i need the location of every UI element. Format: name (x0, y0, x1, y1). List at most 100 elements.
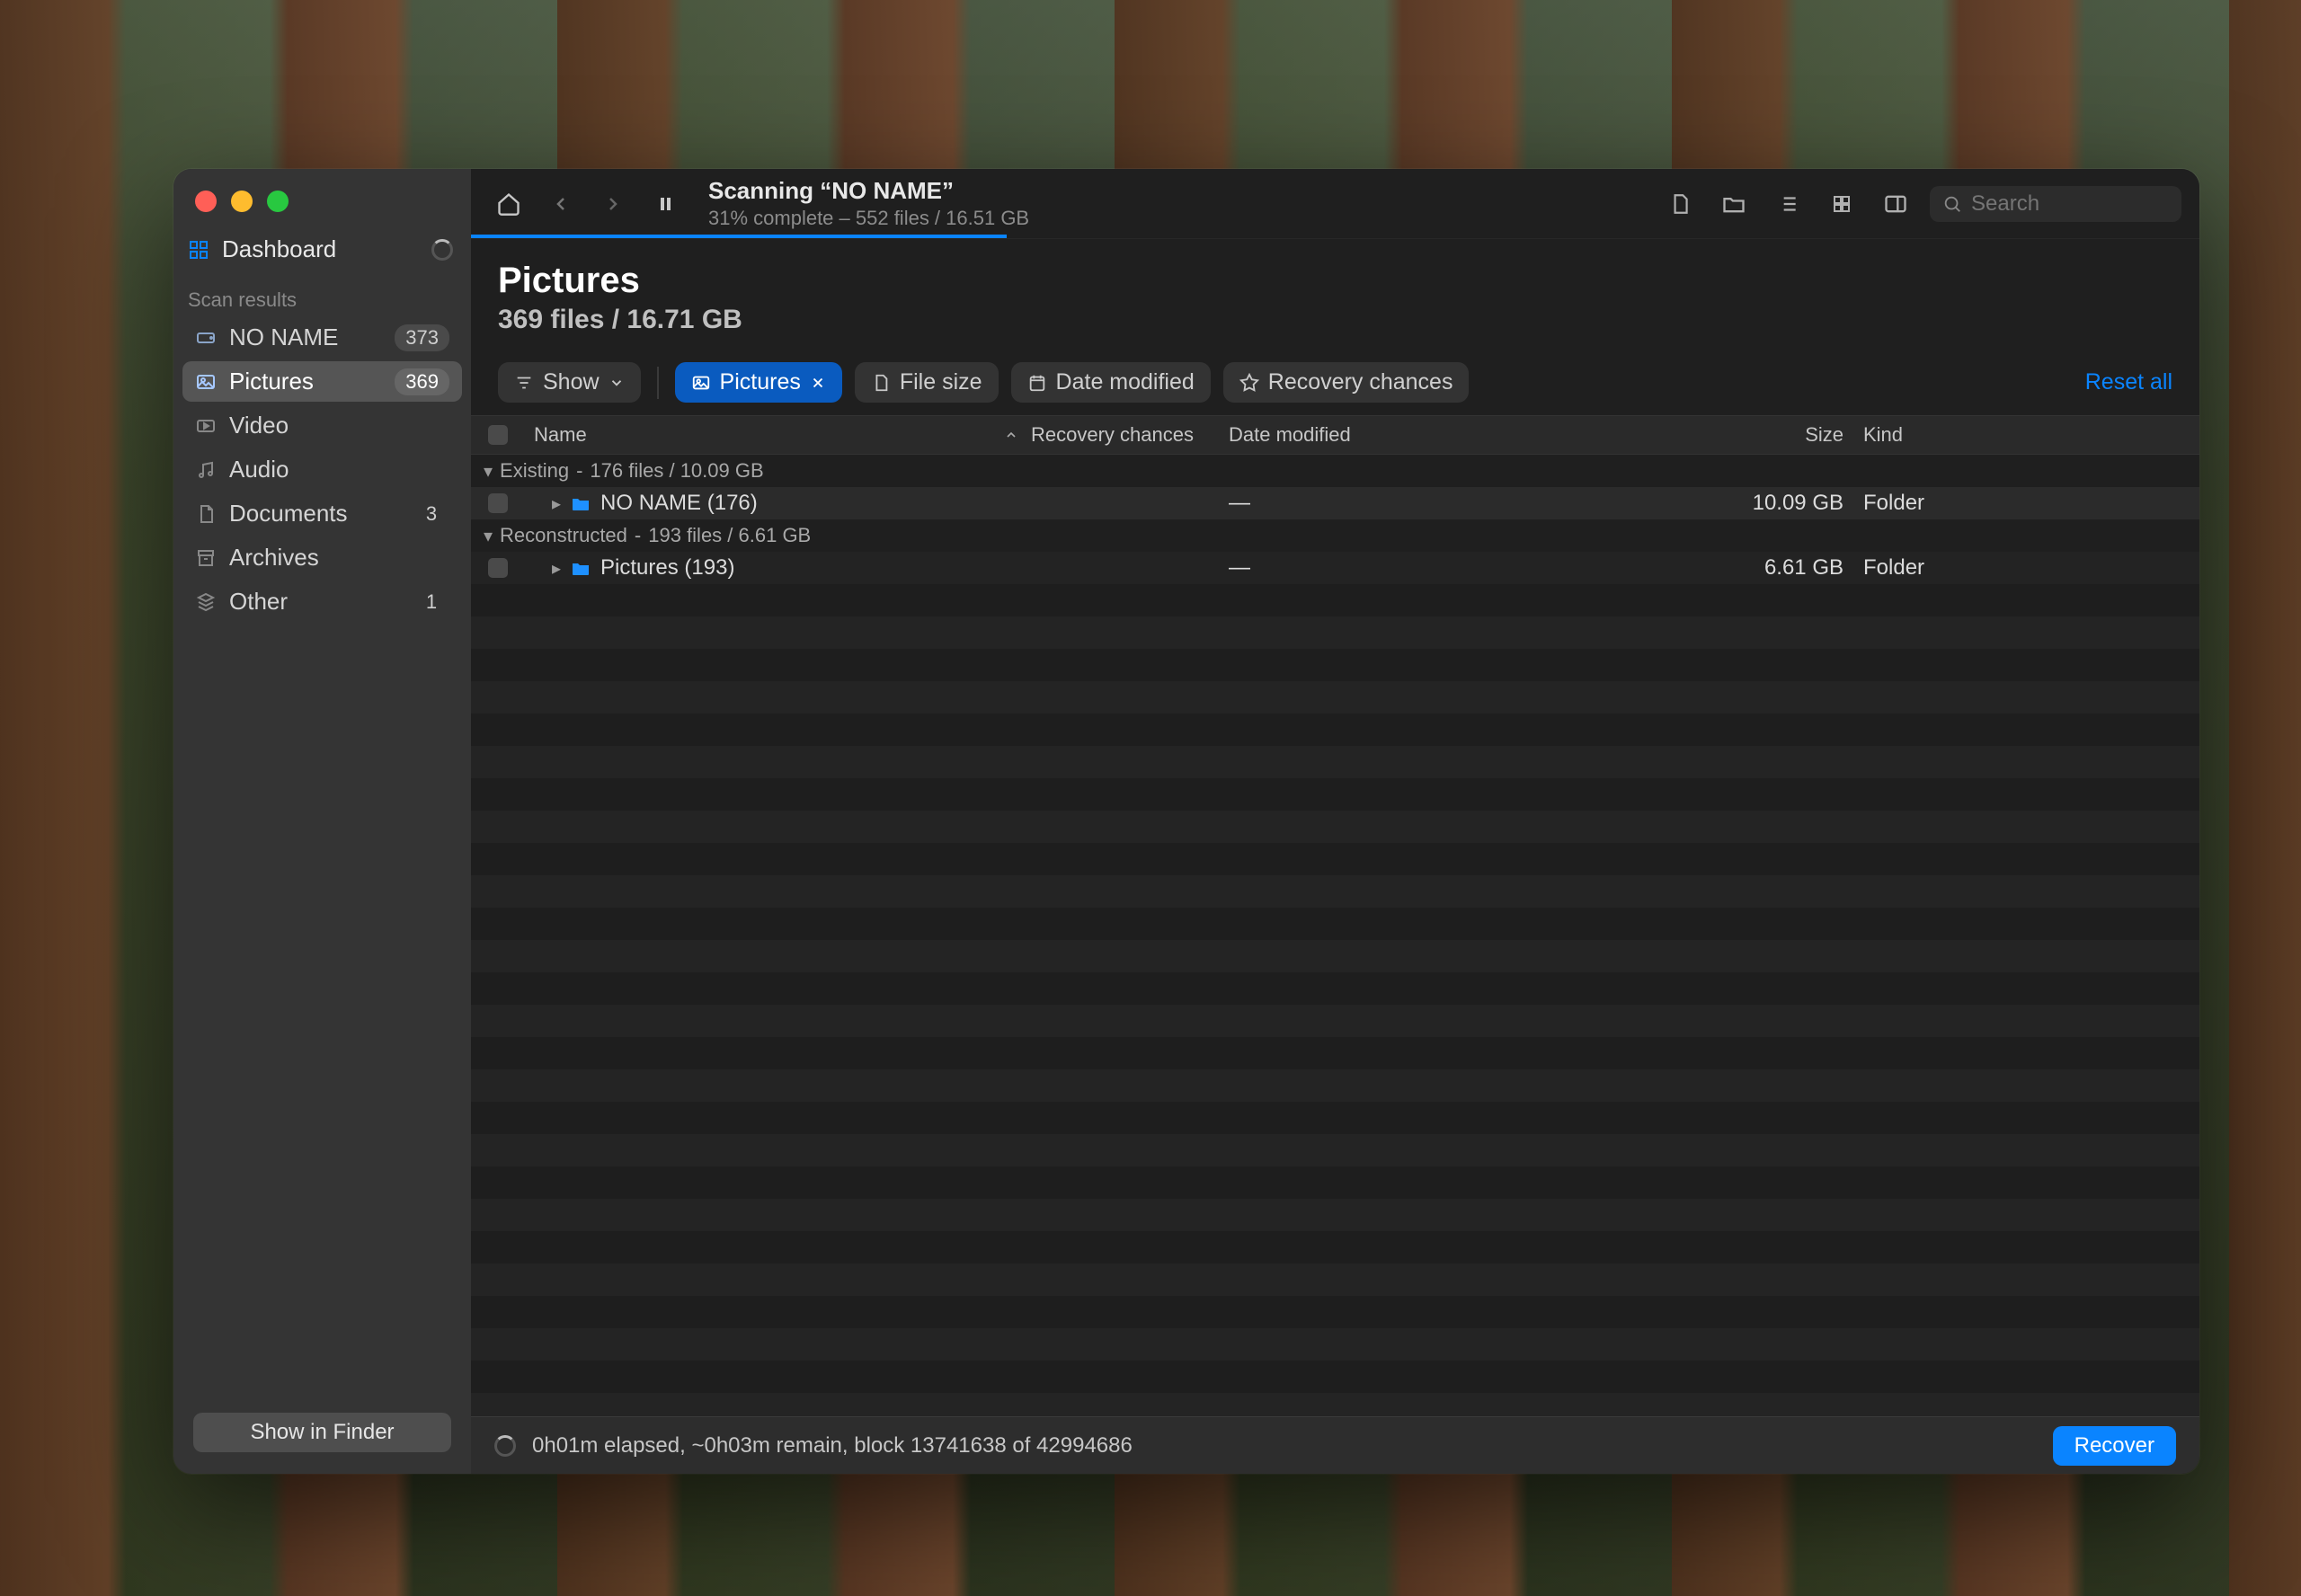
column-name[interactable]: Name (525, 423, 1031, 447)
scan-subtitle: 31% complete – 552 files / 16.51 GB (708, 207, 1029, 230)
folder-icon (570, 492, 591, 514)
recovery-chances-filter-label: Recovery chances (1268, 369, 1453, 395)
main-panel: Scanning “NO NAME” 31% complete – 552 fi… (471, 169, 2199, 1474)
row-checkbox[interactable] (488, 493, 508, 513)
fullscreen-window-button[interactable] (267, 191, 289, 212)
scan-results-header: Scan results (173, 279, 471, 315)
close-window-button[interactable] (195, 191, 217, 212)
sidebar-item-documents[interactable]: Documents 3 (182, 493, 462, 534)
group-header-reconstructed[interactable]: ▾ Reconstructed - 193 files / 6.61 GB (471, 519, 2199, 552)
reset-all-button[interactable]: Reset all (2085, 369, 2172, 395)
table-row[interactable]: ▸ NO NAME (176) — 10.09 GB Folder (471, 487, 2199, 519)
chevron-down-icon: ▾ (484, 525, 493, 547)
sidebar-item-other[interactable]: Other 1 (182, 581, 462, 622)
page-title: Pictures (498, 261, 2172, 301)
results-table: Name Recovery chances Date modified Size… (471, 415, 2199, 1416)
date-modified-filter-button[interactable]: Date modified (1011, 362, 1211, 403)
search-icon (1942, 194, 1962, 214)
sidebar-item-noname[interactable]: NO NAME 373 (182, 317, 462, 358)
chevron-right-icon[interactable]: ▸ (552, 492, 561, 515)
sidebar-item-label: Archives (229, 544, 319, 572)
chevron-down-icon (609, 375, 625, 391)
scan-progress-bar (471, 235, 1007, 238)
search-field[interactable] (1930, 186, 2181, 222)
empty-table-area (471, 584, 2199, 1416)
show-in-finder-button[interactable]: Show in Finder (193, 1413, 451, 1452)
sidebar-item-label: Other (229, 588, 288, 616)
count-badge: 369 (395, 368, 449, 395)
group-header-existing[interactable]: ▾ Existing - 176 files / 10.09 GB (471, 455, 2199, 487)
home-button[interactable] (489, 184, 529, 224)
toolbar: Scanning “NO NAME” 31% complete – 552 fi… (471, 169, 2199, 239)
sidebar-item-audio[interactable]: Audio (182, 449, 462, 490)
star-icon (1239, 373, 1259, 393)
page-header: Pictures 369 files / 16.71 GB (471, 239, 2199, 344)
row-kind: Folder (1858, 555, 2199, 581)
image-icon (195, 371, 217, 393)
document-icon (195, 503, 217, 525)
file-icon-button[interactable] (1660, 184, 1700, 224)
recovery-chances-filter-button[interactable]: Recovery chances (1223, 362, 1470, 403)
status-text: 0h01m elapsed, ~0h03m remain, block 1374… (532, 1433, 1133, 1459)
sidebar-item-label: NO NAME (229, 324, 338, 351)
list-view-button[interactable] (1768, 184, 1808, 224)
folder-icon (570, 557, 591, 579)
sort-asc-icon (1004, 428, 1018, 442)
show-filter-button[interactable]: Show (498, 362, 641, 403)
column-date[interactable]: Date modified (1229, 423, 1579, 447)
minimize-window-button[interactable] (231, 191, 253, 212)
other-icon (195, 591, 217, 613)
video-icon (195, 415, 217, 437)
scan-status: Scanning “NO NAME” 31% complete – 552 fi… (708, 177, 1029, 230)
forward-button[interactable] (593, 184, 633, 224)
count-badge: 1 (413, 590, 449, 614)
select-all-checkbox[interactable] (471, 425, 525, 445)
row-kind: Folder (1858, 491, 2199, 516)
app-window: Dashboard Scan results NO NAME 373 Pictu… (173, 169, 2199, 1474)
file-size-filter-label: File size (900, 369, 982, 395)
sidebar-item-label: Audio (229, 456, 289, 483)
sidebar-item-label: Documents (229, 500, 348, 528)
dashboard-label: Dashboard (222, 235, 336, 263)
file-size-filter-button[interactable]: File size (855, 362, 999, 403)
row-date: — (1229, 555, 1579, 581)
show-filter-label: Show (543, 369, 600, 395)
chevron-down-icon: ▾ (484, 460, 493, 483)
dashboard-nav[interactable]: Dashboard (173, 219, 471, 279)
recover-button[interactable]: Recover (2053, 1426, 2176, 1466)
pictures-filter-label: Pictures (720, 369, 801, 395)
column-size[interactable]: Size (1579, 423, 1858, 447)
filter-icon (514, 373, 534, 393)
back-button[interactable] (541, 184, 581, 224)
archive-icon (195, 547, 217, 569)
date-modified-filter-label: Date modified (1056, 369, 1195, 395)
panel-toggle-button[interactable] (1876, 184, 1915, 224)
row-size: 6.61 GB (1579, 555, 1858, 581)
chevron-right-icon[interactable]: ▸ (552, 557, 561, 580)
column-kind[interactable]: Kind (1858, 423, 2199, 447)
grid-view-button[interactable] (1822, 184, 1861, 224)
close-icon[interactable] (810, 375, 826, 391)
audio-icon (195, 459, 217, 481)
folder-icon-button[interactable] (1714, 184, 1754, 224)
sidebar-item-video[interactable]: Video (182, 405, 462, 446)
disk-icon (195, 327, 217, 349)
window-controls (173, 182, 471, 212)
table-row[interactable]: ▸ Pictures (193) — 6.61 GB Folder (471, 552, 2199, 584)
row-name: Pictures (193) (600, 555, 734, 581)
pictures-filter-chip[interactable]: Pictures (675, 362, 842, 403)
row-name: NO NAME (176) (600, 491, 758, 516)
sidebar-item-archives[interactable]: Archives (182, 537, 462, 578)
search-input[interactable] (1971, 191, 2169, 217)
page-subtitle: 369 files / 16.71 GB (498, 305, 2172, 335)
scan-title: Scanning “NO NAME” (708, 177, 1029, 205)
table-header: Name Recovery chances Date modified Size… (471, 415, 2199, 455)
column-recovery[interactable]: Recovery chances (1031, 423, 1229, 447)
sidebar-item-pictures[interactable]: Pictures 369 (182, 361, 462, 402)
calendar-icon (1027, 373, 1047, 393)
row-checkbox[interactable] (488, 558, 508, 578)
count-badge: 373 (395, 324, 449, 351)
status-bar: 0h01m elapsed, ~0h03m remain, block 1374… (471, 1416, 2199, 1474)
pause-button[interactable] (645, 184, 685, 224)
grid-icon (188, 239, 209, 261)
